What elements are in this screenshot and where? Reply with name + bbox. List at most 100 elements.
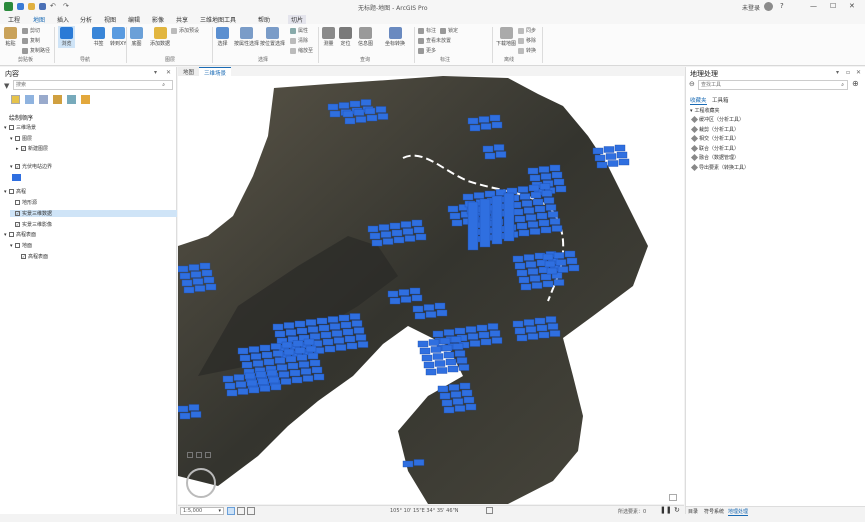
favorites-folder[interactable]: ▾ 工程收藏夹 [690,107,720,115]
new-project-icon[interactable] [17,3,24,10]
pause-icon[interactable]: ❚❚ [660,506,672,514]
infographics-button[interactable]: 信息图 [358,27,373,47]
layout-icon[interactable] [237,507,245,515]
label-button[interactable]: 标注 [418,27,436,34]
gp-tool-item[interactable]: 导出要素（转换工具） [690,163,749,171]
tab-edit[interactable]: 编辑 [128,15,140,24]
tab-analysis[interactable]: 分析 [80,15,92,24]
tab-toolboxes[interactable]: 工具箱 [712,96,729,104]
go-to-xy-button[interactable]: 转到XY [110,27,126,47]
tab-scene-view[interactable]: 三维场景 [199,67,232,77]
layer-tree-item[interactable]: ▾ 三维场景 [4,124,36,132]
save-project-icon[interactable] [39,3,46,10]
tab-imagery[interactable]: 影像 [152,15,164,24]
contents-search-input[interactable] [14,81,154,89]
locate-button[interactable]: 定位 [339,27,352,47]
scale-selector[interactable]: 1:5,000 ▾ [180,507,224,515]
contents-pin-icon[interactable]: ▾ [154,69,157,76]
filter-icon[interactable]: ▼ [4,82,9,90]
snapping-icon[interactable] [247,507,255,515]
contents-close-icon[interactable]: ✕ [166,69,171,76]
visibility-checkbox[interactable] [9,189,14,194]
visibility-checkbox[interactable]: ✓ [21,254,26,259]
label-more-button[interactable]: 更多 [418,47,436,54]
visibility-checkbox[interactable] [9,125,14,130]
navigator-tilt-icon[interactable] [187,452,193,458]
scene-info-icon[interactable] [669,494,677,501]
coordinate-conversion-button[interactable]: 坐标转换 [385,27,405,47]
tab-catalog[interactable]: 目录 [688,508,698,515]
list-by-labeling-icon[interactable] [81,95,90,104]
lock-button[interactable]: 锁定 [440,27,458,34]
list-by-snapping-icon[interactable] [67,95,76,104]
visibility-checkbox[interactable]: ✓ [15,211,20,216]
list-by-source-icon[interactable] [25,95,34,104]
measure-button[interactable]: 测量 [322,27,335,47]
gp-search-input[interactable] [699,81,829,89]
gp-tool-item[interactable]: 裁剪（分析工具） [690,125,739,133]
attributes-button[interactable]: 属性 [290,27,308,34]
visibility-checkbox[interactable]: ✓ [21,146,26,151]
add-preset-button[interactable]: 添加预设 [171,27,199,34]
list-by-drawing-order-icon[interactable] [11,95,20,104]
basemap-button[interactable]: 底图 [130,27,143,47]
layer-tree-item[interactable]: ▸ ✓ 新建图层 [16,145,48,153]
zoom-to-selection-button[interactable]: 缩放至 [290,47,313,54]
layer-tree-item[interactable]: ✓ 实景三维数据 [10,210,177,217]
visibility-checkbox[interactable] [15,136,20,141]
maximize-button[interactable]: ☐ [830,2,836,10]
navigator-compass-icon[interactable] [186,468,216,498]
close-button[interactable]: ✕ [849,2,855,10]
tab-map-view[interactable]: 地图 [178,67,200,76]
user-status[interactable]: 未登录 [742,3,760,12]
tab-symbology[interactable]: 符号系统 [704,508,724,515]
layer-tree-item[interactable]: ▾ 地面 [10,242,32,250]
select-by-location-button[interactable]: 按位置选择 [260,27,285,47]
coordinate-format-icon[interactable] [486,507,493,514]
tab-context-tile[interactable]: 切片 [288,15,307,24]
tab-geoprocessing[interactable]: 地理处理 [728,508,749,516]
layer-tree-item[interactable]: ✓ 实景三维影像 [10,221,52,228]
grid-icon[interactable] [227,507,235,515]
layer-tree-item[interactable]: ▾ 高程表面 [4,231,36,239]
copy-path-button[interactable]: 复制路径 [22,47,50,54]
cut-button[interactable]: 剪切 [22,27,40,34]
sync-button[interactable]: 同步 [518,27,536,34]
minimize-button[interactable]: — [810,2,817,10]
layer-tree-item[interactable]: ▾ ✓ 光伏电站边界 [10,163,52,171]
tab-3d-tools[interactable]: 三维地图工具 [200,15,236,24]
gp-tool-item[interactable]: 融合（数据管理） [690,153,739,162]
select-by-attribute-button[interactable]: 按属性选择 [234,27,259,47]
visibility-checkbox[interactable] [15,243,20,248]
layer-tree-item[interactable]: 地形源 [10,199,37,206]
layer-symbol-swatch[interactable] [12,174,21,181]
gp-close-icon[interactable]: ✕ [856,69,861,76]
tab-help[interactable]: 帮助 [258,15,270,24]
undo-icon[interactable]: ↶ [50,2,59,11]
tab-view[interactable]: 视图 [104,15,116,24]
help-button[interactable]: ? [780,2,784,10]
tab-insert[interactable]: 插入 [57,15,69,24]
gp-pin-icon[interactable]: ▫ [846,69,850,76]
open-project-icon[interactable] [28,3,35,10]
tab-project[interactable]: 工程 [8,15,20,24]
clear-selection-button[interactable]: 清除 [290,37,308,44]
navigator-pan-icon[interactable] [196,452,202,458]
remove-button[interactable]: 移除 [518,37,536,44]
layer-tree-item[interactable]: ✓ 高程表面 [16,253,48,260]
list-by-editing-icon[interactable] [53,95,62,104]
convert-button[interactable]: 转换 [518,47,536,54]
select-button[interactable]: 选择 [216,27,229,47]
refresh-icon[interactable]: ↻ [674,506,680,514]
tab-share[interactable]: 共享 [176,15,188,24]
visibility-checkbox[interactable] [15,200,20,205]
copy-button[interactable]: 复制 [22,37,40,44]
add-icon[interactable]: ⊕ [852,79,859,88]
scene-view[interactable] [178,76,684,504]
list-by-selection-icon[interactable] [39,95,48,104]
add-data-button[interactable]: 添加数据 [150,27,170,47]
gp-tool-item[interactable]: 缓冲区（分析工具） [690,115,744,124]
avatar[interactable] [764,2,773,11]
download-map-button[interactable]: 下载地图 [496,27,516,47]
gp-tool-item[interactable]: 相交（分析工具） [690,134,739,143]
